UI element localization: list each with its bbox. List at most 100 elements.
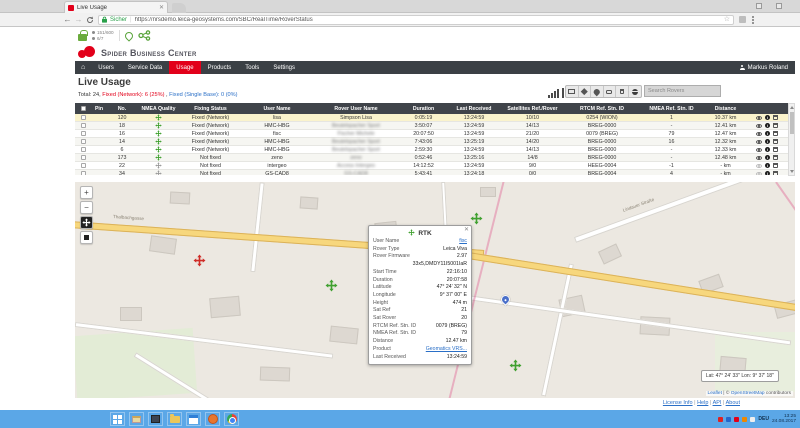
tray-app-blue-icon[interactable]	[726, 417, 731, 422]
column-header[interactable]: Fixing Status	[180, 103, 241, 114]
trash-icon[interactable]	[773, 171, 778, 175]
info-icon[interactable]: i	[765, 123, 771, 129]
column-header[interactable]: Distance	[704, 103, 747, 114]
new-tab-button[interactable]	[172, 3, 186, 13]
table-row[interactable]: 18Fixed (Network)HMC-HBGBeutelspacher Sp…	[75, 122, 788, 130]
eye-icon[interactable]	[756, 116, 762, 120]
address-bar[interactable]: Sicher | https://nrsdemo.leica-geosystem…	[98, 15, 734, 25]
trash-icon[interactable]	[773, 123, 778, 129]
footer-link-license-info[interactable]: License Info	[663, 400, 693, 406]
column-header[interactable]: User Name	[241, 103, 313, 114]
tray-app-gray-icon[interactable]	[750, 417, 755, 422]
windows-start-icon[interactable]	[110, 412, 125, 426]
eye-icon[interactable]	[756, 140, 762, 144]
tray-app-red2-icon[interactable]	[734, 417, 739, 422]
eye-icon[interactable]	[756, 172, 762, 176]
row-checkbox[interactable]	[81, 171, 86, 175]
trash-icon[interactable]	[773, 155, 778, 161]
column-header[interactable]: Last Received	[448, 103, 500, 114]
row-checkbox[interactable]	[81, 155, 86, 160]
language-indicator[interactable]: DEU	[758, 416, 769, 422]
folder-icon[interactable]	[167, 412, 182, 426]
stop-follow-button[interactable]	[80, 231, 93, 244]
window-menu-icon[interactable]	[776, 3, 782, 9]
url-text[interactable]: https://nrsdemo.leica-geosystems.com/SBC…	[135, 17, 721, 23]
search-input[interactable]	[644, 85, 721, 97]
row-checkbox[interactable]	[81, 147, 86, 152]
info-icon[interactable]: i	[765, 147, 771, 153]
table-row[interactable]: 34Not fixedGS-CAD8GS-CAD85:43:4113:24:18…	[75, 170, 788, 175]
column-header[interactable]: Duration	[399, 103, 448, 114]
forward-icon[interactable]: →	[73, 15, 84, 24]
eye-icon[interactable]	[756, 124, 762, 128]
info-icon[interactable]: i	[765, 131, 771, 137]
nav-item-settings[interactable]: Settings	[266, 61, 302, 74]
row-checkbox[interactable]	[81, 115, 86, 120]
network-icon[interactable]	[138, 30, 151, 41]
eye-icon[interactable]	[756, 132, 762, 136]
footer-link-about[interactable]: About	[726, 400, 740, 406]
nav-item-products[interactable]: Products	[201, 61, 239, 74]
globe-button[interactable]	[629, 86, 642, 97]
delete-button[interactable]	[616, 86, 629, 97]
column-header[interactable]: NMEA Ref. Stn. ID	[639, 103, 704, 114]
nav-item-usage[interactable]: Usage	[169, 61, 200, 74]
monitor-button[interactable]	[566, 86, 579, 97]
select-all-checkbox[interactable]	[75, 103, 91, 114]
table-row[interactable]: 173Not fixedzenozeno0:52:4613:25:1614/8B…	[75, 154, 788, 162]
footer-link-help[interactable]: Help	[697, 400, 708, 406]
browser-tab[interactable]: Live Usage ✕	[64, 1, 168, 13]
user-menu[interactable]: Markus Roland	[733, 61, 795, 74]
map-pin-icon[interactable]	[123, 30, 134, 41]
rover-marker-green[interactable]	[325, 279, 338, 297]
message-button[interactable]	[604, 86, 617, 97]
info-icon[interactable]: i	[765, 171, 771, 175]
home-icon[interactable]: ⌂	[75, 61, 91, 74]
file-explorer-icon[interactable]	[129, 412, 144, 426]
location-button[interactable]	[591, 86, 604, 97]
row-checkbox[interactable]	[81, 163, 86, 168]
table-row[interactable]: 120Fixed (Network)lisaSimpson Lisa0:05:1…	[75, 114, 788, 122]
info-icon[interactable]: i	[765, 139, 771, 145]
row-checkbox[interactable]	[81, 139, 86, 144]
column-header[interactable]: RTCM Ref. Stn. ID	[565, 103, 639, 114]
pan-extent-button[interactable]	[80, 216, 93, 229]
table-row[interactable]: 14Fixed (Network)HMC-HBGBeutelspacher Sp…	[75, 138, 788, 146]
tray-app-red-icon[interactable]	[718, 417, 723, 422]
zoom-out-button[interactable]: −	[80, 201, 93, 214]
eye-icon[interactable]	[756, 164, 762, 168]
browser-menu-icon[interactable]	[752, 16, 754, 24]
extension-icon[interactable]	[739, 16, 746, 23]
nav-item-tools[interactable]: Tools	[238, 61, 266, 74]
reload-icon[interactable]	[84, 11, 95, 29]
info-icon[interactable]: i	[765, 115, 771, 121]
media-player-icon[interactable]	[186, 412, 201, 426]
table-row[interactable]: 6Fixed (Network)HMC-HBGBeutelspacher Spo…	[75, 146, 788, 154]
trash-icon[interactable]	[773, 115, 778, 121]
eye-icon[interactable]	[756, 156, 762, 160]
tray-app-orange-icon[interactable]	[742, 417, 747, 422]
window-restore-icon[interactable]	[756, 3, 762, 9]
zoom-in-button[interactable]: +	[80, 186, 93, 199]
info-icon[interactable]: i	[765, 163, 771, 169]
back-icon[interactable]: ←	[62, 15, 73, 24]
rover-button[interactable]	[579, 86, 592, 97]
trash-icon[interactable]	[773, 163, 778, 169]
scroll-thumb[interactable]	[790, 112, 794, 134]
table-row[interactable]: 16Fixed (Network)fiscFischer Michele20:0…	[75, 130, 788, 138]
rover-marker-green[interactable]	[509, 359, 522, 377]
app-window-icon[interactable]	[148, 412, 163, 426]
trash-icon[interactable]	[773, 139, 778, 145]
bookmark-star-icon[interactable]: ☆	[724, 16, 730, 23]
trash-icon[interactable]	[773, 131, 778, 137]
info-icon[interactable]: i	[765, 155, 771, 161]
rover-marker-red[interactable]	[193, 254, 206, 272]
scroll-up-icon[interactable]	[790, 106, 794, 109]
table-scrollbar[interactable]	[788, 103, 795, 176]
column-header[interactable]: No.	[107, 103, 137, 114]
eye-icon[interactable]	[756, 148, 762, 152]
popup-link[interactable]: Geomatics VRS...	[391, 346, 467, 354]
row-checkbox[interactable]	[81, 131, 86, 136]
row-checkbox[interactable]	[81, 123, 86, 128]
chrome-icon[interactable]	[224, 412, 239, 426]
